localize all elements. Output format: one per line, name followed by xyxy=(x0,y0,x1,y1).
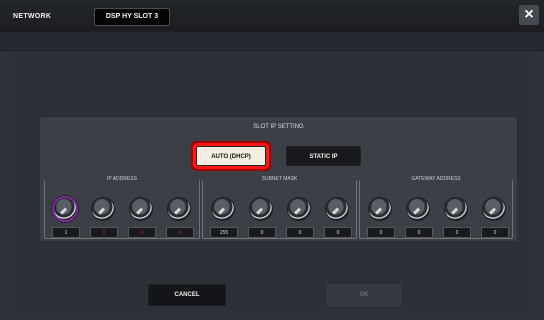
subnet-mask-group: SUBNET MASK 255 0 0 0 xyxy=(202,176,357,239)
title-bar: NETWORK DSP HY SLOT 3 × xyxy=(0,0,544,33)
subnet-octet-2-value: 0 xyxy=(248,227,276,238)
gateway-octet-1-knob[interactable] xyxy=(369,198,391,220)
gateway-octet-4: 0 xyxy=(476,188,514,238)
ip-octet-1-value: 1 xyxy=(52,227,80,238)
static-ip-button[interactable]: STATIC IP xyxy=(286,146,361,166)
gateway-octet-2-value: 0 xyxy=(405,227,433,238)
window-title: NETWORK xyxy=(13,13,52,20)
ip-octet-4-value: 0 xyxy=(166,227,194,238)
ip-octet-2: 0 xyxy=(85,188,123,238)
subnet-octet-1-knob[interactable] xyxy=(212,198,234,220)
subnet-octet-2: 0 xyxy=(243,188,281,238)
subnet-octet-3: 0 xyxy=(281,188,319,238)
gateway-address-label: GATEWAY ADDRESS xyxy=(360,176,512,182)
ip-octet-3: 0 xyxy=(123,188,161,238)
auto-dhcp-button[interactable]: AUTO (DHCP) xyxy=(196,146,266,166)
gateway-octet-2: 0 xyxy=(400,188,438,238)
subnet-octet-1: 255 xyxy=(205,188,243,238)
slot-tab[interactable]: DSP HY SLOT 3 xyxy=(94,8,170,26)
gateway-octet-1-value: 0 xyxy=(367,227,395,238)
slot-ip-setting-panel: SLOT IP SETTING AUTO (DHCP) STATIC IP IP… xyxy=(39,116,518,242)
gateway-octet-3: 0 xyxy=(438,188,476,238)
gateway-octet-2-knob[interactable] xyxy=(407,198,429,220)
close-button[interactable]: × xyxy=(519,5,539,25)
subnet-octet-1-value: 255 xyxy=(210,227,238,238)
subnet-octet-4: 0 xyxy=(319,188,357,238)
subnet-octet-2-knob[interactable] xyxy=(250,198,272,220)
subnet-octet-3-value: 0 xyxy=(286,227,314,238)
toolbar-strip xyxy=(0,32,544,51)
ip-address-label: IP ADDRESS xyxy=(45,176,199,182)
ip-octet-2-value: 0 xyxy=(90,227,118,238)
gateway-octet-1: 0 xyxy=(362,188,400,238)
ip-octet-4-knob[interactable] xyxy=(168,198,190,220)
ip-octet-3-value: 0 xyxy=(128,227,156,238)
ok-button[interactable]: OK xyxy=(327,284,401,306)
close-icon: × xyxy=(524,6,534,23)
ip-octet-1-knob[interactable] xyxy=(54,198,76,220)
ip-octet-4: 0 xyxy=(161,188,199,238)
subnet-octet-3-knob[interactable] xyxy=(288,198,310,220)
subnet-octet-4-value: 0 xyxy=(324,227,352,238)
gateway-octet-3-knob[interactable] xyxy=(445,198,467,220)
ip-octet-1: 1 xyxy=(47,188,85,238)
panel-title: SLOT IP SETTING xyxy=(253,124,304,130)
subnet-mask-label: SUBNET MASK xyxy=(203,176,356,182)
gateway-octet-3-value: 0 xyxy=(443,227,471,238)
ip-octet-3-knob[interactable] xyxy=(130,198,152,220)
subnet-octet-4-knob[interactable] xyxy=(326,198,348,220)
gateway-address-group: GATEWAY ADDRESS 0 0 0 0 xyxy=(359,176,514,239)
gateway-octet-4-knob[interactable] xyxy=(483,198,505,220)
ip-address-group: IP ADDRESS 1 0 0 0 xyxy=(44,176,200,239)
network-window: NETWORK DSP HY SLOT 3 × SLOT IP SETTING … xyxy=(0,0,544,320)
gateway-octet-4-value: 0 xyxy=(481,227,509,238)
ip-octet-2-knob[interactable] xyxy=(92,198,114,220)
cancel-button[interactable]: CANCEL xyxy=(148,284,226,306)
